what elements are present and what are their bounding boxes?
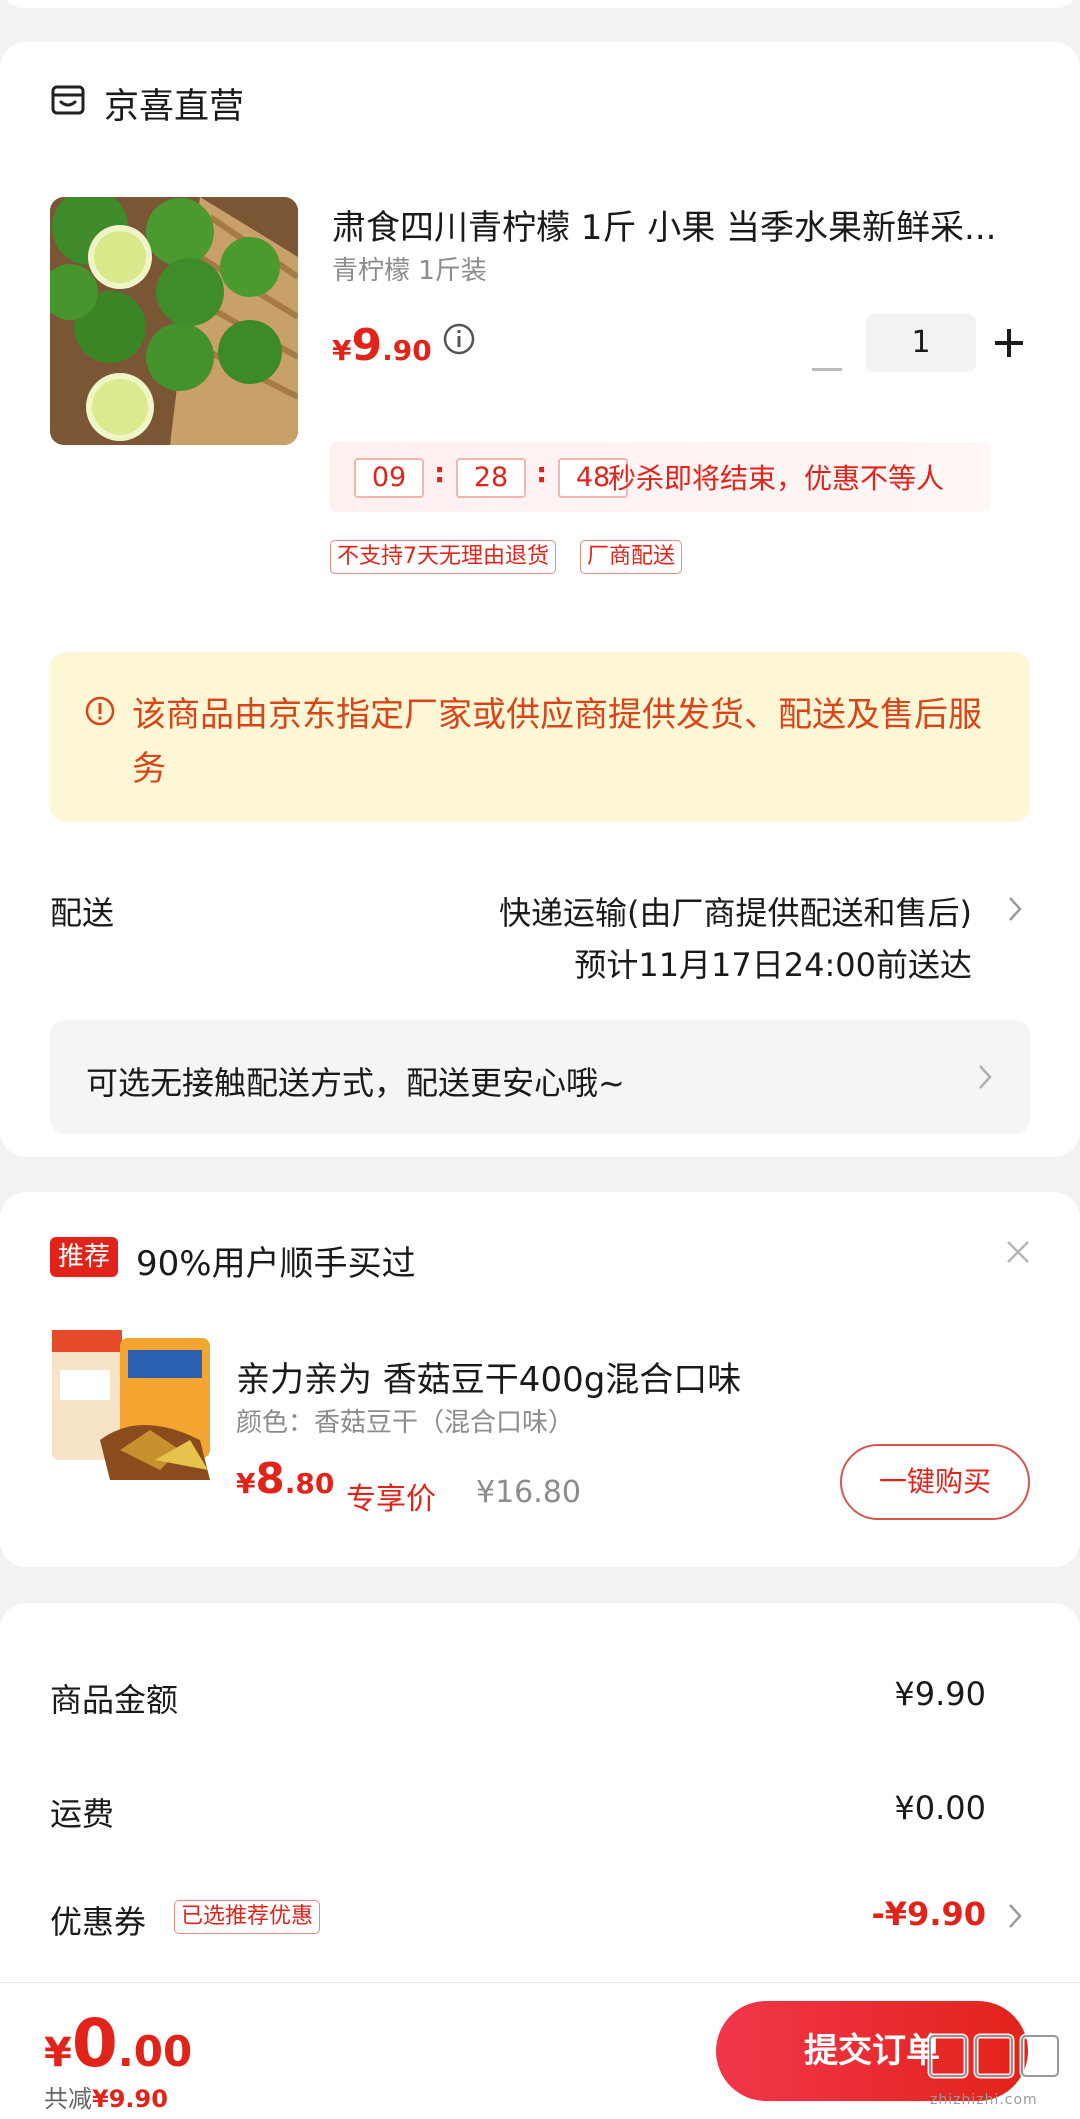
- flash-sale-banner: 09 : 28 : 48 秒杀即将结束，优惠不等人: [330, 442, 990, 512]
- one-click-buy-button[interactable]: 一键购买: [840, 1444, 1030, 1520]
- recommend-badge: 推荐: [50, 1237, 119, 1277]
- watermark-text: zhizhizhi.com: [930, 2092, 1038, 2108]
- total-price: ¥0.00: [44, 2005, 192, 2082]
- countdown-colon: :: [434, 456, 446, 489]
- original-price: ¥16.80: [476, 1475, 581, 1510]
- quantity-decrease-button[interactable]: [812, 368, 842, 371]
- previous-section-card: [0, 0, 1080, 8]
- price-integer: 8: [255, 1454, 285, 1503]
- goods-amount-label: 商品金额: [50, 1681, 179, 1719]
- vendor-delivery-tag: 厂商配送: [580, 540, 683, 574]
- coupon-label: 优惠券: [50, 1903, 147, 1941]
- coupon-tag: 已选推荐优惠: [174, 1900, 321, 1934]
- total-saved: 共减¥9.90: [44, 2079, 168, 2114]
- notice-text: 该商品由京东指定厂家或供应商提供发货、配送及售后服务: [132, 695, 982, 789]
- coupon-value[interactable]: -¥9.90: [872, 1895, 987, 1933]
- price-integer: 9: [351, 320, 383, 371]
- product-title[interactable]: 肃食四川青柠檬 1斤 小果 当季水果新鲜采...: [332, 200, 1032, 249]
- price-decimal: .00: [117, 2027, 193, 2076]
- product-spec: 青柠檬 1斤装: [332, 256, 487, 286]
- chevron-right-icon[interactable]: [1006, 894, 1024, 924]
- bottom-checkout-bar: ¥0.00 共减¥9.90 提交订单: [0, 1982, 1080, 2119]
- warning-icon: [85, 696, 115, 726]
- store-order-card: 京喜直营 肃食四川青柠檬 1斤 小果 当季水果新鲜采... 青柠檬 1斤装 ¥9…: [0, 42, 1080, 1157]
- store-name[interactable]: 京喜直营: [104, 78, 244, 129]
- saved-label: 共减: [44, 2085, 92, 2113]
- recommend-title: 90%用户顺手买过: [136, 1244, 416, 1284]
- exclusive-price-label: 专享价: [346, 1482, 436, 1517]
- goods-amount-value: ¥9.90: [894, 1675, 986, 1713]
- flash-sale-text: 秒杀即将结束，优惠不等人: [608, 462, 945, 495]
- chevron-right-icon[interactable]: [1006, 1901, 1024, 1931]
- order-summary-card: 商品金额 ¥9.90 运费 ¥0.00 优惠券 已选推荐优惠 -¥9.90: [0, 1603, 1080, 2003]
- delivery-label: 配送: [50, 894, 115, 932]
- quantity-increase-button[interactable]: [992, 326, 1026, 360]
- price-symbol: ¥: [44, 2030, 72, 2076]
- countdown-hours: 09: [354, 458, 424, 498]
- recommend-product-name[interactable]: 亲力亲为 香菇豆干400g混合口味: [236, 1352, 741, 1401]
- close-icon[interactable]: [1004, 1238, 1032, 1266]
- price-symbol: ¥: [332, 334, 352, 367]
- quantity-input[interactable]: 1: [866, 314, 976, 372]
- price-integer: 0: [71, 2005, 118, 2082]
- delivery-eta: 预计11月17日24:00前送达: [574, 946, 972, 984]
- contactless-text: 可选无接触配送方式，配送更安心哦~: [86, 1064, 625, 1102]
- price-symbol: ¥: [236, 1467, 256, 1500]
- recommend-price: ¥8.80: [236, 1454, 334, 1503]
- vendor-notice: 该商品由京东指定厂家或供应商提供发货、配送及售后服务: [50, 652, 1030, 822]
- contactless-delivery-option[interactable]: 可选无接触配送方式，配送更安心哦~: [50, 1020, 1030, 1134]
- chevron-right-icon: [979, 1065, 992, 1089]
- recommendation-card: 推荐 90%用户顺手买过 亲力亲为 香菇豆干400g混合口味 颜色：香菇豆干（混…: [0, 1192, 1080, 1567]
- product-image[interactable]: [50, 197, 298, 445]
- store-icon: [51, 85, 85, 115]
- price-decimal: .90: [382, 334, 432, 367]
- countdown-minutes: 28: [456, 458, 526, 498]
- shipping-fee-value: ¥0.00: [894, 1789, 986, 1827]
- watermark-logo-icon: [927, 2033, 1061, 2079]
- recommend-product-color: 颜色：香菇豆干（混合口味）: [236, 1408, 575, 1438]
- no-return-tag: 不支持7天无理由退货: [330, 540, 556, 574]
- shipping-fee-label: 运费: [50, 1795, 115, 1833]
- recommend-product-image[interactable]: [50, 1320, 218, 1488]
- saved-value: ¥9.90: [92, 2085, 168, 2113]
- price-decimal: .80: [284, 1467, 335, 1500]
- countdown-colon: :: [536, 456, 548, 489]
- product-price: ¥9.90: [332, 320, 432, 371]
- delivery-method[interactable]: 快递运输(由厂商提供配送和售后): [400, 888, 972, 934]
- info-icon[interactable]: [442, 322, 476, 356]
